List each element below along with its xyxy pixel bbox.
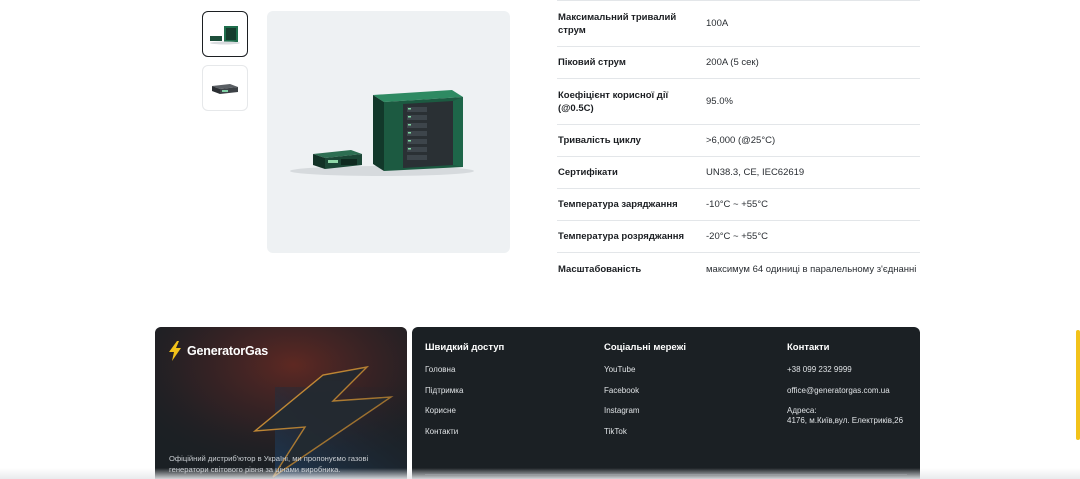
spec-label: Піковий струм: [558, 57, 626, 68]
spec-value: -20°C ~ +55°C: [706, 231, 768, 242]
contact-address-label: Адреса:: [787, 406, 817, 415]
battery-rack-product-image: [290, 90, 474, 176]
spec-value: -10°C ~ +55°C: [706, 199, 768, 210]
logo-text: GeneratorGas: [187, 344, 268, 358]
spec-value: UN38.3, CE, IEC62619: [706, 167, 805, 178]
footer-logo[interactable]: GeneratorGas: [168, 341, 268, 361]
thumbnail-2[interactable]: [202, 65, 248, 111]
specs-table: Максимальний тривалий струм 100A Піковий…: [557, 0, 920, 285]
brand-description: Офіційний дистриб'ютор в Україні, ми про…: [169, 454, 369, 474]
social-link-tiktok[interactable]: TikTok: [604, 427, 686, 437]
spec-row: Температура розряджання -20°C ~ +55°C: [557, 221, 920, 253]
footer-link-useful[interactable]: Корисне: [425, 406, 504, 416]
contact-email[interactable]: office@generatorgas.com.ua: [787, 386, 903, 396]
footer-links-card: Швидкий доступ Головна Підтримка Корисне…: [412, 327, 920, 479]
spec-label: Температура розряджання: [558, 231, 685, 242]
spec-label: Тривалість циклу: [558, 135, 641, 146]
footer-brand-card: GeneratorGas Офіційний дистриб'ютор в Ук…: [155, 327, 407, 479]
social-title: Соціальні мережі: [604, 342, 686, 353]
footer-link-contacts[interactable]: Контакти: [425, 427, 504, 437]
product-main-image[interactable]: [267, 11, 510, 253]
footer-link-home[interactable]: Головна: [425, 365, 504, 375]
social-link-youtube[interactable]: YouTube: [604, 365, 686, 375]
contacts-column: Контакти +38 099 232 9999 office@generat…: [787, 342, 903, 437]
spec-label: Масштабованість: [558, 263, 642, 275]
contact-phone[interactable]: +38 099 232 9999: [787, 365, 903, 375]
footer-link-support[interactable]: Підтримка: [425, 386, 504, 396]
quick-access-column: Швидкий доступ Головна Підтримка Корисне…: [425, 342, 504, 447]
scrollbar-thumb[interactable]: [1076, 330, 1080, 440]
spec-value: 200A (5 сек): [706, 57, 759, 68]
spec-value: >6,000 (@25°C): [706, 135, 776, 146]
spec-label: Сертифікати: [558, 167, 618, 178]
spec-row: Сертифікати UN38.3, CE, IEC62619: [557, 157, 920, 189]
spec-value: 100A: [706, 18, 729, 29]
social-link-facebook[interactable]: Facebook: [604, 386, 686, 396]
battery-rack-thumbnail-icon: [210, 26, 240, 45]
battery-module-thumbnail-icon: [212, 84, 238, 94]
social-column: Соціальні мережі YouTube Facebook Instag…: [604, 342, 686, 447]
lightning-bolt-icon: [169, 341, 181, 361]
social-link-instagram[interactable]: Instagram: [604, 406, 686, 416]
spec-row: Температура заряджання -10°C ~ +55°C: [557, 189, 920, 221]
spec-row: Коефіцієнт корисної дії (@0.5C) 95.0%: [557, 79, 920, 125]
spec-row: Тривалість циклу >6,000 (@25°C): [557, 125, 920, 157]
thumbnail-1[interactable]: [202, 11, 248, 57]
spec-value: 95.0%: [706, 96, 733, 107]
spec-label: Максимальний тривалий струм: [558, 11, 677, 36]
quick-access-title: Швидкий доступ: [425, 342, 505, 353]
spec-row: Максимальний тривалий струм 100A: [557, 0, 920, 47]
spec-row: Піковий струм 200A (5 сек): [557, 47, 920, 79]
spec-label: Коефіцієнт корисної дії (@0.5C): [558, 89, 669, 114]
spec-label: Температура заряджання: [558, 199, 678, 210]
footer-divider: [425, 474, 907, 475]
contacts-title: Контакти: [787, 342, 830, 353]
spec-value: максимум 64 одиниці в паралельному з'єдн…: [706, 263, 917, 275]
contact-address: 4176, м.Київ,вул. Електриків,26: [787, 416, 904, 425]
spec-row: Масштабованість максимум 64 одиниці в па…: [557, 253, 920, 285]
